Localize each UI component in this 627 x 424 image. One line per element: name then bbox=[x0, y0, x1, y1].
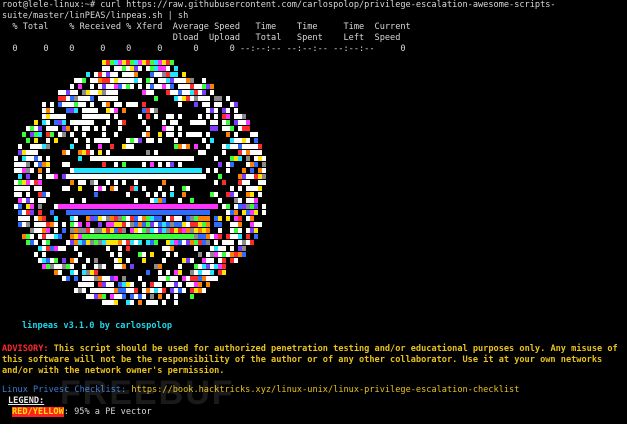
shell-command: root@lele-linux:~# curl https://raw.gith… bbox=[2, 0, 556, 21]
curl-progress-row: 0 0 0 0 0 0 0 0 --:--:-- --:--:-- --:--:… bbox=[2, 44, 406, 54]
checklist-url[interactable]: https://book.hacktricks.xyz/linux-unix/l… bbox=[126, 385, 519, 395]
advisory-block: ADVISORY: This script should be used for… bbox=[2, 344, 625, 377]
advisory-text: This script should be used for authorize… bbox=[2, 344, 623, 376]
terminal-output: root@lele-linux:~# curl https://raw.gith… bbox=[2, 0, 625, 55]
linpeas-ascii-art-banner bbox=[10, 60, 266, 306]
advisory-label: ADVISORY: bbox=[2, 344, 49, 354]
legend-red-yellow-tag: RED/YELLOW bbox=[12, 407, 64, 417]
legend-description: : 95% a PE vector bbox=[63, 407, 152, 417]
linpeas-version-caption: linpeas v3.1.0 by carlospolop bbox=[22, 321, 173, 331]
curl-header-row-1: % Total % Received % Xferd Average Speed… bbox=[2, 22, 411, 32]
legend-row: RED/YELLOW: 95% a PE vector bbox=[12, 407, 152, 418]
privesc-checklist-line: Linux Privesc Checklist: https://book.ha… bbox=[2, 385, 519, 396]
checklist-label: Linux Privesc Checklist: bbox=[2, 385, 127, 395]
legend-title: LEGEND: bbox=[8, 396, 45, 406]
ascii-art-svg bbox=[14, 60, 266, 305]
curl-header-row-2: Dload Upload Total Spent Left Speed bbox=[2, 33, 401, 43]
